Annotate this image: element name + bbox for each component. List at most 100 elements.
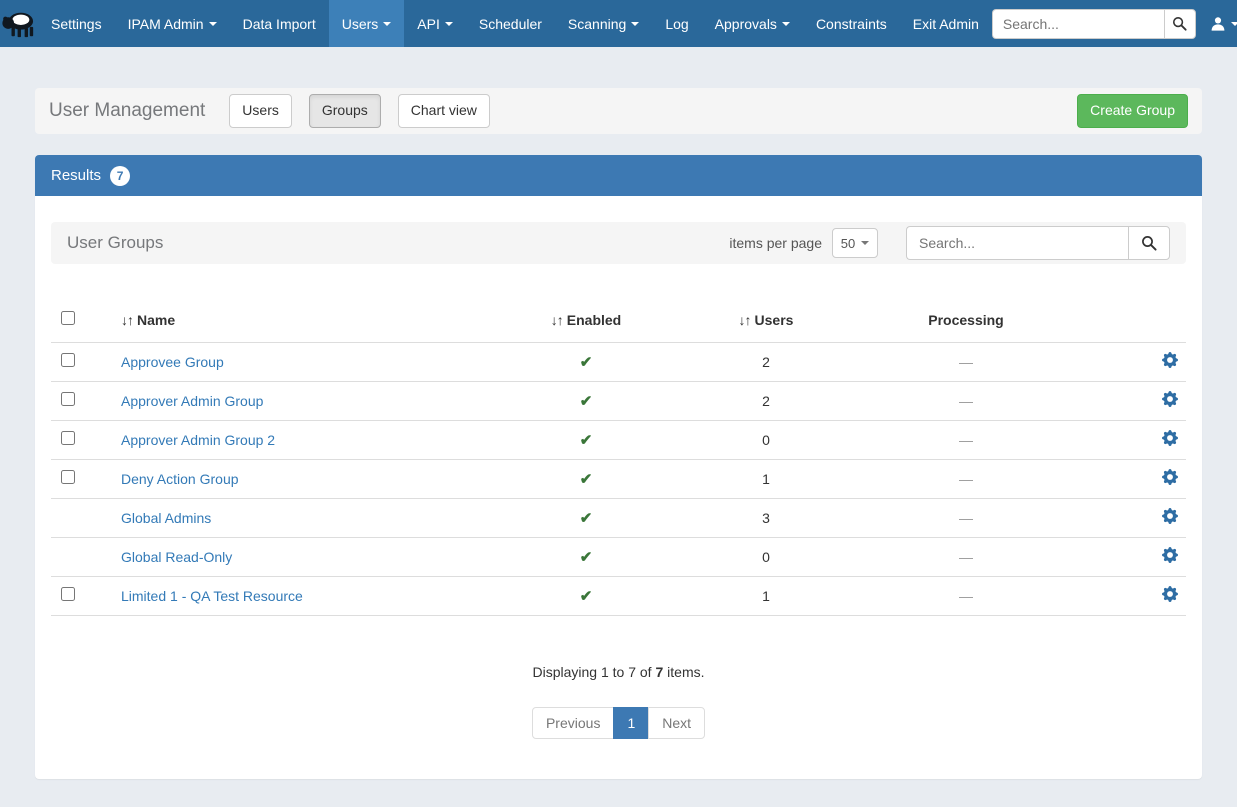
global-search	[991, 8, 1196, 39]
results-count-badge: 7	[110, 165, 131, 186]
nav-item-api[interactable]: API	[404, 0, 466, 47]
table-search-input[interactable]	[906, 226, 1128, 260]
gear-icon[interactable]	[1162, 547, 1178, 563]
column-header-processing: Processing	[891, 298, 1041, 342]
gear-icon[interactable]	[1162, 469, 1178, 485]
results-panel-heading: Results 7	[35, 155, 1202, 196]
enabled-check-icon: ✔	[579, 470, 593, 488]
items-per-page-select[interactable]: 50	[832, 228, 878, 258]
next-page-button[interactable]: Next	[648, 706, 706, 739]
header-label: Processing	[928, 311, 1004, 328]
nav-item-ipam-admin[interactable]: IPAM Admin	[115, 0, 230, 47]
nav-item-settings[interactable]: Settings	[38, 0, 115, 47]
table-row: Global Admins ✔ 3 —	[51, 497, 1186, 537]
row-checkbox[interactable]	[61, 431, 75, 445]
nav-item-exit-admin[interactable]: Exit Admin	[900, 0, 992, 47]
group-name-link[interactable]: Approver Admin Group	[121, 393, 263, 409]
user-menu[interactable]	[1210, 16, 1237, 32]
processing-dash-icon: —	[959, 509, 973, 526]
row-checkbox[interactable]	[61, 470, 75, 484]
group-name-link[interactable]: Global Read-Only	[121, 549, 232, 565]
users-count: 1	[641, 458, 891, 498]
users-count: 0	[641, 419, 891, 459]
gear-icon[interactable]	[1162, 391, 1178, 407]
processing-dash-icon: —	[959, 392, 973, 409]
view-tabs: Users Groups Chart view	[229, 94, 490, 128]
gear-icon[interactable]	[1162, 586, 1178, 602]
processing-dash-icon: —	[959, 587, 973, 604]
processing-dash-icon: —	[959, 548, 973, 565]
group-name-link[interactable]: Approver Admin Group 2	[121, 432, 275, 448]
gear-icon[interactable]	[1162, 352, 1178, 368]
user-icon	[1211, 16, 1225, 31]
page-header: User Management Users Groups Chart view …	[35, 88, 1202, 134]
page-1-button[interactable]: 1	[613, 706, 650, 739]
previous-page-button[interactable]: Previous	[531, 706, 615, 739]
nav-label: Users	[341, 15, 379, 32]
user-groups-table: ↓↑ Name ↓↑ Enabled ↓↑ Users Processing Appr…	[51, 298, 1186, 616]
results-title: Results	[51, 167, 102, 184]
tab-users[interactable]: Users	[229, 94, 292, 128]
row-checkbox[interactable]	[61, 587, 75, 601]
nav-item-log[interactable]: Log	[652, 0, 701, 47]
group-name-link[interactable]: Approvee Group	[121, 354, 224, 370]
enabled-check-icon: ✔	[579, 431, 593, 449]
group-name-link[interactable]: Deny Action Group	[121, 471, 239, 487]
caret-down-icon	[631, 21, 640, 26]
table-search-button[interactable]	[1128, 226, 1170, 260]
group-name-link[interactable]: Limited 1 - QA Test Resource	[121, 588, 303, 604]
nav-item-approvals[interactable]: Approvals	[702, 0, 803, 47]
table-row: Approver Admin Group ✔ 2 —	[51, 380, 1186, 420]
enabled-check-icon: ✔	[579, 587, 593, 605]
tab-groups[interactable]: Groups	[308, 94, 381, 128]
processing-dash-icon: —	[959, 431, 973, 448]
header-label: Users	[754, 311, 794, 328]
global-search-button[interactable]	[1163, 8, 1196, 39]
group-name-link[interactable]: Global Admins	[121, 510, 211, 526]
gear-icon[interactable]	[1162, 508, 1178, 524]
nav-label: Log	[665, 15, 689, 32]
column-header-users[interactable]: ↓↑ Users	[641, 298, 891, 342]
table-search	[906, 226, 1170, 260]
create-group-button[interactable]: Create Group	[1077, 94, 1188, 128]
nav-item-scheduler[interactable]: Scheduler	[466, 0, 555, 47]
nav-item-scanning[interactable]: Scanning	[555, 0, 652, 47]
table-title: User Groups	[67, 233, 164, 252]
nav-label: Exit Admin	[912, 15, 979, 32]
nav-item-data-import[interactable]: Data Import	[230, 0, 329, 47]
row-checkbox[interactable]	[61, 392, 75, 406]
enabled-check-icon: ✔	[579, 509, 593, 527]
caret-down-icon	[781, 21, 790, 26]
table-row: Approvee Group ✔ 2 —	[51, 341, 1186, 381]
main-nav: Settings IPAM Admin Data Import Users AP…	[38, 0, 992, 47]
pagination-summary: Displaying 1 to 7 of 7 items.	[51, 664, 1186, 680]
users-count: 3	[641, 497, 891, 537]
enabled-check-icon: ✔	[579, 392, 593, 410]
pagination: Previous 1 Next	[51, 706, 1186, 739]
search-icon	[1141, 235, 1157, 251]
summary-text: Displaying 1 to 7 of	[532, 663, 656, 680]
tab-chart-view[interactable]: Chart view	[397, 94, 490, 128]
column-header-name[interactable]: ↓↑ Name	[121, 298, 531, 342]
app-logo[interactable]	[0, 0, 38, 47]
sort-icon: ↓↑	[121, 311, 134, 328]
select-all-checkbox[interactable]	[61, 311, 75, 326]
table-row: Global Read-Only ✔ 0 —	[51, 536, 1186, 576]
caret-down-icon	[444, 21, 453, 26]
page-title: User Management	[49, 100, 206, 121]
search-icon	[1173, 16, 1187, 31]
row-checkbox[interactable]	[61, 353, 75, 367]
users-count: 1	[641, 575, 891, 616]
gear-icon[interactable]	[1162, 430, 1178, 446]
nav-item-constraints[interactable]: Constraints	[803, 0, 900, 47]
nav-label: Constraints	[815, 15, 887, 32]
header-label: Enabled	[566, 311, 622, 328]
column-header-enabled[interactable]: ↓↑ Enabled	[531, 298, 641, 342]
sort-icon: ↓↑	[550, 311, 564, 328]
nav-item-users[interactable]: Users	[328, 0, 405, 47]
global-search-input[interactable]	[991, 8, 1164, 39]
table-header-row: ↓↑ Name ↓↑ Enabled ↓↑ Users Processing	[51, 298, 1186, 342]
top-navbar: Settings IPAM Admin Data Import Users AP…	[0, 0, 1237, 47]
results-panel: Results 7 User Groups items per page 50	[35, 155, 1202, 779]
nav-label: API	[417, 15, 440, 32]
